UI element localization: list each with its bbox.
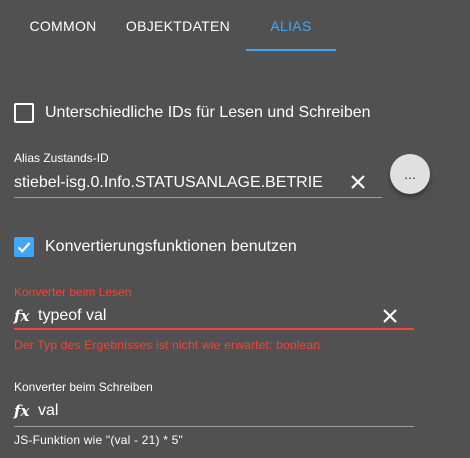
read-converter-input[interactable]: fx typeof val [14, 305, 374, 327]
tab-bar: COMMON OBJEKTDATEN ALIAS [0, 0, 470, 52]
write-converter-helper: JS-Funktion wie "(val - 21) * 5" [14, 433, 183, 447]
close-icon [351, 175, 365, 189]
check-icon [17, 242, 31, 253]
read-converter-value: typeof val [38, 307, 107, 324]
read-converter-error: Der Typ des Ergebnisses ist nicht wie er… [14, 338, 321, 352]
write-converter-value: val [38, 402, 59, 419]
tab-common-label: COMMON [29, 18, 97, 34]
alias-state-id-value: stiebel-isg.0.Info.STATUSANLAGE.BETRIE [14, 174, 323, 191]
select-id-button[interactable]: ... [390, 154, 430, 194]
alias-state-id-input[interactable]: stiebel-isg.0.Info.STATUSANLAGE.BETRIE [14, 172, 344, 194]
read-converter-label: Konverter beim Lesen [14, 285, 132, 299]
tab-alias-label: ALIAS [270, 18, 312, 34]
tab-objektdaten[interactable]: OBJEKTDATEN [118, 0, 238, 52]
tab-alias[interactable]: ALIAS [246, 0, 336, 52]
different-ids-label: Unterschiedliche IDs für Lesen und Schre… [45, 104, 371, 121]
use-conversion-checkbox[interactable] [14, 237, 34, 257]
function-icon: fx [14, 402, 30, 420]
use-conversion-checkbox-row[interactable]: Konvertierungsfunktionen benutzen [14, 237, 297, 257]
use-conversion-label: Konvertierungsfunktionen benutzen [45, 238, 297, 255]
different-ids-checkbox-row[interactable]: Unterschiedliche IDs für Lesen und Schre… [14, 103, 371, 123]
different-ids-checkbox[interactable] [14, 103, 34, 123]
select-id-button-label: ... [404, 166, 416, 182]
write-converter-input[interactable]: fx val [14, 400, 404, 422]
write-converter-underline [14, 426, 414, 427]
tab-common[interactable]: COMMON [18, 0, 108, 52]
read-converter-clear-button[interactable] [378, 304, 402, 328]
alias-state-id-underline [14, 197, 382, 198]
active-tab-indicator [246, 49, 336, 51]
alias-state-id-label: Alias Zustands-ID [14, 151, 109, 165]
write-converter-label: Konverter beim Schreiben [14, 380, 153, 394]
tab-objektdaten-label: OBJEKTDATEN [125, 18, 231, 34]
read-converter-underline [14, 328, 414, 330]
close-icon [383, 309, 397, 323]
function-icon: fx [14, 307, 30, 325]
alias-state-id-clear-button[interactable] [346, 170, 370, 194]
